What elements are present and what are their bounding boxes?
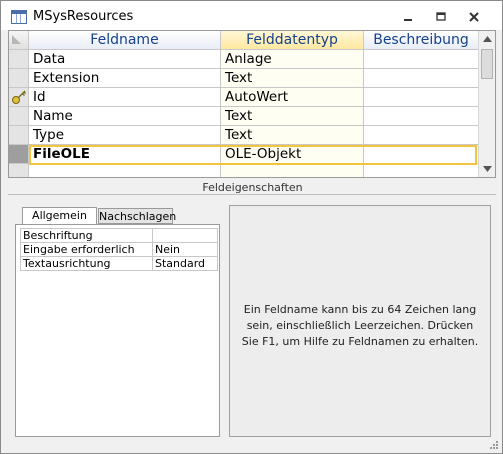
tab-nachschlagen[interactable]: Nachschlagen [98,208,176,224]
restore-icon [436,12,446,21]
close-icon [469,12,479,22]
table-row[interactable]: Name Text [9,107,479,126]
property-row[interactable]: Eingabe erforderlich Nein [20,242,218,257]
properties-panel: Beschriftung Eingabe erforderlich Nein T… [15,224,220,437]
vertical-scrollbar[interactable] [478,31,495,177]
field-name-cell[interactable] [29,164,221,177]
field-name-cell[interactable]: Id [29,88,221,107]
field-name-cell[interactable]: Data [29,50,221,69]
help-panel: Ein Feldname kann bis zu 64 Zeichen lang… [229,205,491,437]
divider [8,194,496,195]
window-title: MSysResources [33,9,134,24]
table-row[interactable]: Data Anlage [9,50,479,69]
table-icon [11,10,27,24]
restore-button[interactable] [431,9,451,25]
field-type-cell[interactable]: Text [221,107,364,126]
table-row[interactable]: Id AutoWert [9,88,479,107]
row-selector[interactable] [9,69,29,88]
column-header-feldname[interactable]: Feldname [29,31,221,50]
table-row[interactable] [9,164,479,177]
property-value[interactable]: Standard [152,256,218,271]
field-type-cell[interactable]: Text [221,126,364,145]
field-type-cell[interactable]: OLE-Objekt [221,145,364,164]
column-header-felddatentyp[interactable]: Felddatentyp [221,31,364,50]
scroll-down-button[interactable] [479,161,495,177]
property-name: Beschriftung [20,228,153,243]
table-row[interactable]: Extension Text [9,69,479,88]
property-row[interactable]: Textausrichtung Standard [20,256,218,271]
property-name: Eingabe erforderlich [20,242,153,257]
column-header-beschreibung[interactable]: Beschreibung [364,31,479,50]
minimize-icon [404,19,412,21]
minimize-button[interactable] [398,9,418,25]
field-description-cell[interactable] [364,69,479,88]
property-value[interactable] [152,228,218,243]
scroll-up-button[interactable] [479,31,495,47]
close-button[interactable] [464,9,484,25]
key-icon [12,90,26,104]
table-row[interactable]: Type Text [9,126,479,145]
row-selector[interactable] [9,50,29,69]
field-name-cell[interactable]: Type [29,126,221,145]
chevron-down-icon [482,166,492,172]
title-bar[interactable]: MSysResources [1,1,502,30]
field-name-cell[interactable]: Extension [29,69,221,88]
property-row[interactable]: Beschriftung [20,228,218,243]
field-description-cell[interactable] [364,107,479,126]
row-selector[interactable] [9,164,29,177]
field-description-cell[interactable] [364,50,479,69]
row-selector[interactable] [9,107,29,126]
field-type-cell[interactable]: Text [221,69,364,88]
table-row[interactable]: FileOLE OLE-Objekt [9,145,479,164]
chevron-up-icon [482,36,492,42]
field-name-cell[interactable]: Name [29,107,221,126]
row-selector[interactable] [9,88,29,107]
field-type-cell[interactable] [221,164,364,177]
resize-grip-icon[interactable] [489,440,499,450]
field-type-cell[interactable]: AutoWert [221,88,364,107]
field-description-cell[interactable] [364,88,479,107]
help-text: Ein Feldname kann bis zu 64 Zeichen lang… [241,303,479,348]
field-name-cell[interactable]: FileOLE [29,145,221,164]
section-label: Feldeigenschaften [202,181,303,194]
field-description-cell[interactable] [364,145,479,164]
field-description-cell[interactable] [364,164,479,177]
designer-window: MSysResources Feldname Felddatentyp Besc… [0,0,503,454]
row-selector[interactable] [9,145,29,164]
field-description-cell[interactable] [364,126,479,145]
tab-allgemein[interactable]: Allgemein [22,207,97,225]
property-value[interactable]: Nein [152,242,218,257]
property-name: Textausrichtung [20,256,153,271]
field-grid: Feldname Felddatentyp Beschreibung Data … [8,30,496,178]
field-type-cell[interactable]: Anlage [221,50,364,69]
row-selector[interactable] [9,126,29,145]
select-all-corner[interactable] [9,31,29,50]
scroll-thumb[interactable] [481,49,493,79]
